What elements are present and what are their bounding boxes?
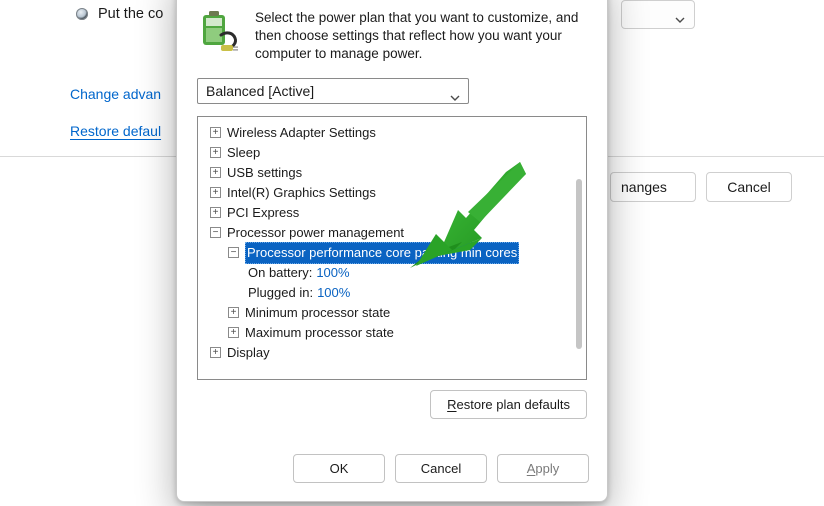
dialog-description: Select the power plan that you want to c… bbox=[255, 9, 587, 64]
plus-icon[interactable]: + bbox=[210, 347, 221, 358]
cancel-button[interactable]: Cancel bbox=[395, 454, 487, 483]
tree-kv-on-battery[interactable]: On battery:100% bbox=[210, 263, 586, 283]
put-computer-label: Put the co bbox=[98, 6, 163, 22]
plus-icon[interactable]: + bbox=[210, 127, 221, 138]
chevron-down-icon bbox=[450, 88, 460, 104]
plus-icon[interactable]: + bbox=[210, 147, 221, 158]
minus-icon[interactable]: − bbox=[228, 247, 239, 258]
plus-icon[interactable]: + bbox=[210, 187, 221, 198]
restore-defaults-link[interactable]: Restore defaul bbox=[70, 123, 161, 139]
save-changes-button[interactable]: nanges bbox=[610, 172, 696, 202]
tree-kv-plugged-in[interactable]: Plugged in:100% bbox=[210, 283, 586, 303]
restore-plan-defaults-button[interactable]: Restore plan defaults bbox=[430, 390, 587, 419]
selected-plan-label: Balanced [Active] bbox=[206, 83, 314, 99]
ok-button[interactable]: OK bbox=[293, 454, 385, 483]
tree-item-processor-power-mgmt[interactable]: − Processor power management bbox=[210, 223, 586, 243]
tree-item-graphics[interactable]: + Intel(R) Graphics Settings bbox=[210, 183, 586, 203]
tree-item-pci[interactable]: + PCI Express bbox=[210, 203, 586, 223]
plus-icon[interactable]: + bbox=[210, 167, 221, 178]
selected-tree-label: Processor performance core parking min c… bbox=[245, 242, 519, 264]
change-advanced-link[interactable]: Change advan bbox=[70, 86, 161, 102]
plus-icon[interactable]: + bbox=[210, 207, 221, 218]
power-plan-select[interactable]: Balanced [Active] bbox=[197, 78, 469, 104]
tree-item-sleep[interactable]: + Sleep bbox=[210, 143, 586, 163]
tree-item-min-processor-state[interactable]: + Minimum processor state bbox=[210, 303, 586, 323]
apply-button[interactable]: Apply bbox=[497, 454, 589, 483]
sleep-bullet-icon bbox=[76, 8, 88, 20]
tree-item-usb[interactable]: + USB settings bbox=[210, 163, 586, 183]
scrollbar-thumb[interactable] bbox=[576, 179, 582, 349]
plus-icon[interactable]: + bbox=[228, 307, 239, 318]
chevron-down-icon bbox=[675, 10, 685, 26]
minus-icon[interactable]: − bbox=[210, 227, 221, 238]
advanced-power-options-dialog: Select the power plan that you want to c… bbox=[176, 0, 608, 502]
tree-item-display[interactable]: + Display bbox=[210, 343, 586, 363]
battery-plug-icon bbox=[197, 9, 241, 53]
bg-cancel-button[interactable]: Cancel bbox=[706, 172, 792, 202]
tree-item-max-processor-state[interactable]: + Maximum processor state bbox=[210, 323, 586, 343]
plus-icon[interactable]: + bbox=[228, 327, 239, 338]
tree-item-core-parking-min[interactable]: − Processor performance core parking min… bbox=[210, 243, 586, 263]
settings-tree: + Wireless Adapter Settings + Sleep + US… bbox=[197, 116, 587, 380]
bg-time-select[interactable] bbox=[621, 0, 695, 29]
tree-item-wireless[interactable]: + Wireless Adapter Settings bbox=[210, 123, 586, 143]
